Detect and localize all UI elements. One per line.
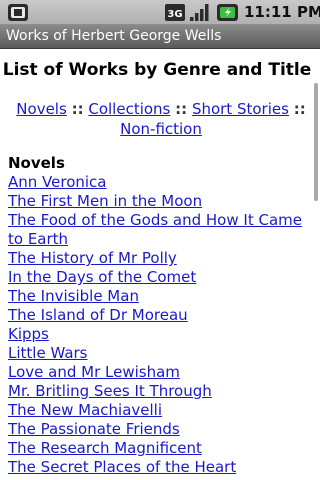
list-item: The Invisible Man (8, 287, 304, 306)
genre-link-non-fiction[interactable]: Non-fiction (120, 120, 202, 138)
scrollbar[interactable] (314, 83, 318, 201)
genre-separator: :: (175, 100, 188, 118)
page-title: List of Works by Genre and Title (2, 60, 312, 80)
work-link[interactable]: Little Wars (8, 344, 88, 362)
work-link[interactable]: Kipps (8, 325, 49, 343)
work-link[interactable]: Ann Veronica (8, 173, 107, 191)
list-item: In the Days of the Comet (8, 268, 304, 287)
list-item: Little Wars (8, 344, 304, 363)
work-link[interactable]: The First Men in the Moon (8, 192, 202, 210)
signal-icon (190, 4, 209, 21)
genre-link-collections[interactable]: Collections (88, 100, 170, 118)
work-link[interactable]: Love and Mr Lewisham (8, 363, 180, 381)
status-time: 11:11 PM (244, 3, 320, 21)
list-item: The Secret Places of the Heart (8, 458, 304, 477)
list-item: Ann Veronica (8, 173, 304, 192)
work-link[interactable]: The Secret Places of the Heart (8, 458, 236, 476)
work-link[interactable]: The Passionate Friends (8, 420, 180, 438)
content-area[interactable]: List of Works by Genre and Title Novels … (0, 49, 320, 480)
genre-nav: Novels :: Collections :: Short Stories :… (14, 99, 308, 139)
work-link[interactable]: The Food of the Gods and How It Came to … (8, 211, 302, 248)
genre-separator: :: (293, 100, 306, 118)
list-item: The History of Mr Polly (8, 249, 304, 268)
genre-link-novels[interactable]: Novels (16, 100, 67, 118)
list-item: The Passionate Friends (8, 420, 304, 439)
section-heading-novels: Novels (8, 154, 65, 172)
work-link[interactable]: The Invisible Man (8, 287, 139, 305)
work-link[interactable]: Mr. Britling Sees It Through (8, 382, 212, 400)
list-item: Mr. Britling Sees It Through (8, 382, 304, 401)
app-title: Works of Herbert George Wells (6, 28, 222, 44)
genre-separator: :: (71, 100, 84, 118)
work-link[interactable]: In the Days of the Comet (8, 268, 196, 286)
list-item: The Food of the Gods and How It Came to … (8, 211, 304, 249)
title-bar: Works of Herbert George Wells (0, 25, 320, 49)
list-item: The First Men in the Moon (8, 192, 304, 211)
list-item: Love and Mr Lewisham (8, 363, 304, 382)
status-bar: 3G 11:11 PM (0, 0, 320, 25)
list-item: The New Machiavelli (8, 401, 304, 420)
genre-link-short-stories[interactable]: Short Stories (192, 100, 289, 118)
list-item: The Research Magnificent (8, 439, 304, 458)
3g-label: 3G (167, 9, 182, 20)
list-item: Kipps (8, 325, 304, 344)
work-link[interactable]: The Island of Dr Moreau (8, 306, 188, 324)
list-item: The Island of Dr Moreau (8, 306, 304, 325)
work-link[interactable]: The New Machiavelli (8, 401, 162, 419)
battery-charging-icon (217, 4, 238, 21)
3g-icon: 3G (165, 4, 185, 21)
work-link[interactable]: The History of Mr Polly (8, 249, 177, 267)
works-list: Ann Veronica The First Men in the Moon T… (8, 173, 304, 477)
notification-icon[interactable] (7, 3, 29, 22)
work-link[interactable]: The Research Magnificent (8, 439, 202, 457)
